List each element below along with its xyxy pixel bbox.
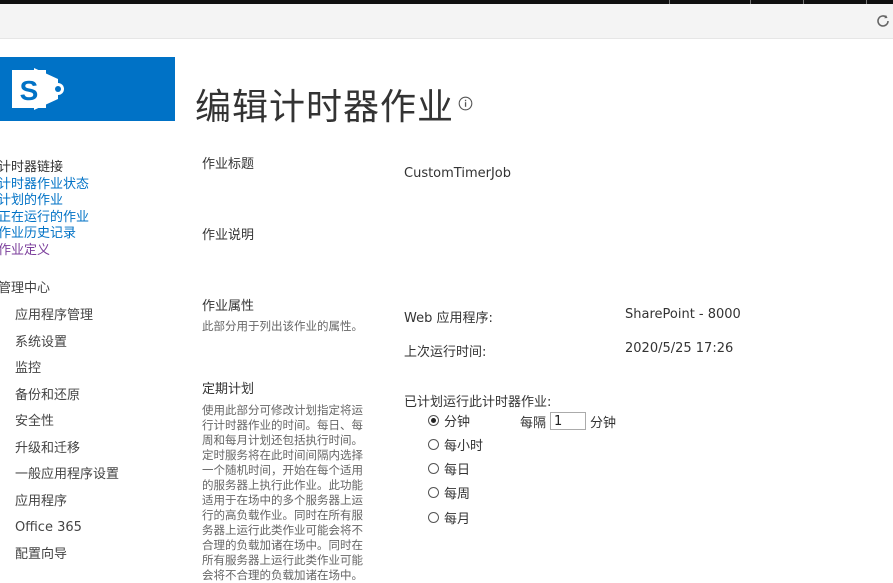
schedule-option-minutes[interactable]: 分钟 (428, 411, 471, 430)
page-title: 编辑计时器作业 (195, 87, 455, 128)
schedule-option-monthly[interactable]: 每月 (428, 508, 471, 527)
timer-links-heading: 计时器链接 (0, 160, 64, 175)
nav-link-job-definitions[interactable]: 作业定义 (0, 243, 89, 260)
central-admin-nav: 应用程序管理 系统设置 监控 备份和还原 安全性 升级和迁移 一般应用程序设置 … (15, 303, 119, 568)
schedule-option-hourly[interactable]: 每小时 (428, 435, 484, 454)
ribbon-bar (0, 4, 893, 39)
sharepoint-logo[interactable]: S (0, 57, 175, 121)
nav-link-timer-job-status[interactable]: 计时器作业状态 (0, 177, 89, 194)
nav-link-running-jobs[interactable]: 正在运行的作业 (0, 210, 89, 227)
nav-item-apps[interactable]: 应用程序 (15, 489, 119, 516)
timer-links-nav: 计时器链接 计时器作业状态 计划的作业 正在运行的作业 作业历史记录 作业定义 (0, 160, 89, 259)
sharepoint-icon: S (12, 68, 64, 110)
last-run-value: 2020/5/25 17:26 (625, 341, 734, 356)
schedule-option-weekly[interactable]: 每周 (428, 483, 471, 502)
nav-link-job-history[interactable]: 作业历史记录 (0, 226, 89, 243)
job-title-value: CustomTimerJob (404, 166, 512, 181)
sync-icon[interactable] (875, 13, 891, 29)
radio-daily[interactable] (428, 462, 439, 474)
schedule-option-label: 分钟 (444, 414, 471, 430)
nav-item-general-app-settings[interactable]: 一般应用程序设置 (15, 462, 119, 489)
interval-prefix: 每隔 (520, 415, 547, 431)
interval-minutes-input[interactable] (550, 412, 587, 430)
nav-item-office-365[interactable]: Office 365 (15, 515, 119, 542)
info-icon[interactable] (458, 96, 473, 111)
nav-item-application-management[interactable]: 应用程序管理 (15, 303, 119, 330)
web-app-label: Web 应用程序: (404, 311, 493, 326)
schedule-prompt: 已计划运行此计时器作业: (404, 395, 552, 410)
radio-weekly[interactable] (428, 486, 439, 498)
radio-minutes[interactable] (428, 414, 439, 426)
job-description-label: 作业说明 (202, 228, 255, 243)
job-properties-label: 作业属性 (202, 299, 255, 314)
radio-hourly[interactable] (428, 438, 439, 450)
nav-item-system-settings[interactable]: 系统设置 (15, 330, 119, 357)
nav-item-upgrade-migration[interactable]: 升级和迁移 (15, 436, 119, 463)
radio-monthly[interactable] (428, 511, 439, 523)
nav-item-security[interactable]: 安全性 (15, 409, 119, 436)
job-title-label: 作业标题 (202, 157, 255, 172)
svg-text:S: S (20, 75, 39, 106)
schedule-description: 使用此部分可修改计划指定将运行计时器作业的时间。每日、每周和每月计划还包括执行时… (202, 403, 363, 582)
schedule-option-label: 每月 (444, 511, 471, 527)
schedule-option-label: 每日 (444, 462, 471, 478)
web-app-value: SharePoint - 8000 (625, 307, 741, 322)
nav-item-backup-restore[interactable]: 备份和还原 (15, 383, 119, 410)
interval-row: 每隔 分钟 (520, 410, 616, 432)
schedule-label: 定期计划 (202, 382, 255, 397)
nav-link-scheduled-jobs[interactable]: 计划的作业 (0, 193, 89, 210)
job-properties-description: 此部分用于列出该作业的属性。 (202, 319, 363, 333)
nav-item-config-wizards[interactable]: 配置向导 (15, 542, 119, 569)
schedule-option-label: 每周 (444, 486, 471, 502)
schedule-option-daily[interactable]: 每日 (428, 459, 471, 478)
nav-item-monitoring[interactable]: 监控 (15, 356, 119, 383)
last-run-label: 上次运行时间: (404, 345, 487, 360)
interval-suffix: 分钟 (590, 415, 617, 431)
page: S 编辑计时器作业 计时器链接 计时器作业状态 计划的作业 正在运行的作业 作业… (0, 0, 893, 583)
central-admin-heading[interactable]: 管理中心 (0, 277, 50, 296)
schedule-option-label: 每小时 (444, 438, 484, 454)
